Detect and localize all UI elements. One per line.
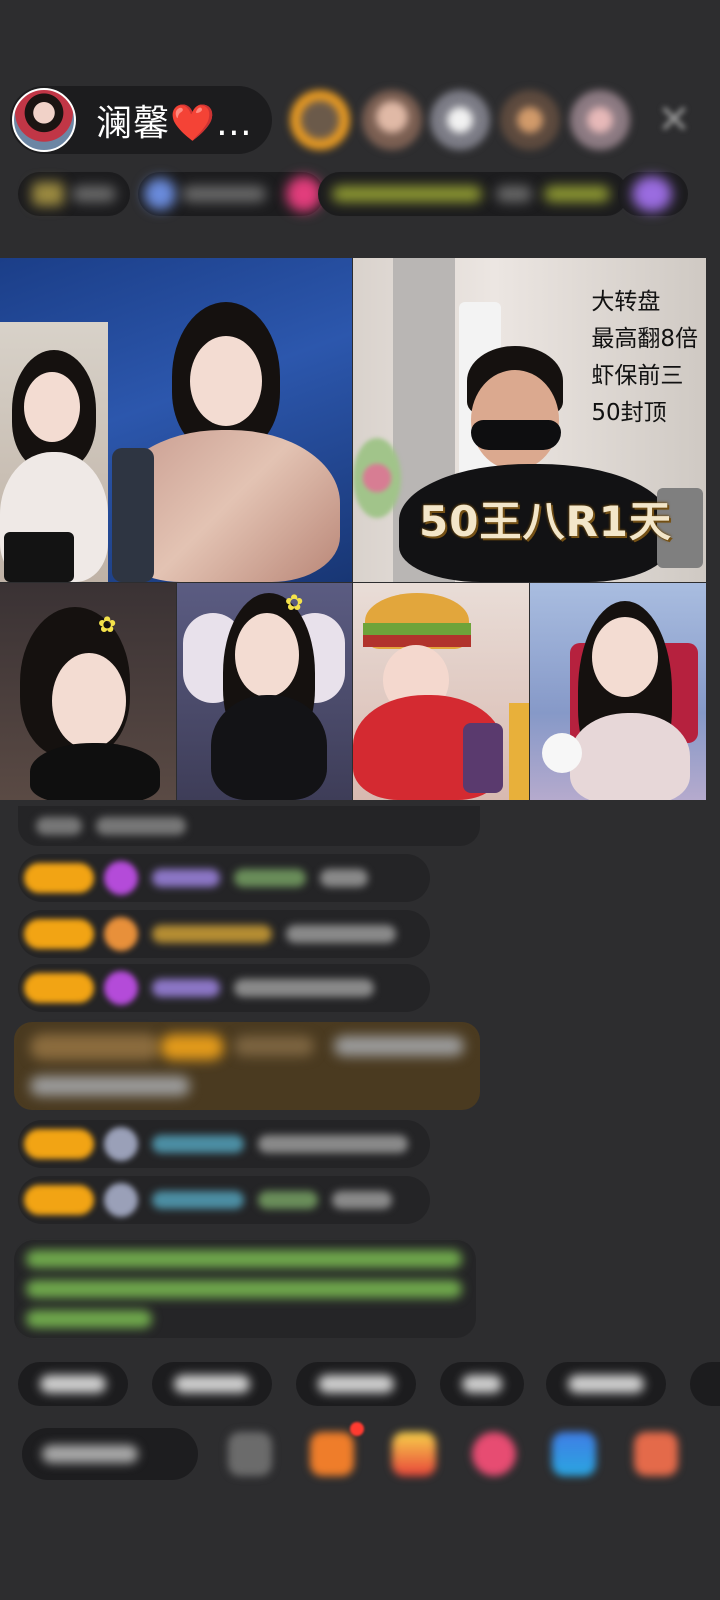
share-icon[interactable] — [552, 1432, 596, 1476]
video-grid: 大转盘 最高翻8倍 虾保前三 50封顶 50王八R1天 ✿ ✿ — [0, 258, 706, 800]
video-tile-small-3[interactable] — [353, 583, 529, 800]
big-tile-overlay: 大转盘 最高翻8倍 虾保前三 50封顶 — [591, 284, 698, 432]
quick-chip-2[interactable] — [152, 1362, 272, 1406]
chat-input[interactable] — [22, 1428, 198, 1480]
user-avatar — [104, 1183, 138, 1217]
big-tile-caption: 50王八R1天 — [419, 497, 673, 546]
chat-message[interactable] — [18, 1120, 430, 1168]
quick-chip-6[interactable] — [690, 1362, 720, 1406]
host-info-pill[interactable]: 澜馨❤️… — [10, 86, 272, 154]
close-icon[interactable]: ✕ — [652, 98, 696, 142]
gift-icon[interactable] — [392, 1432, 436, 1476]
crown-icon — [104, 861, 138, 895]
flower-icon: ✿ — [285, 591, 304, 616]
chat-message[interactable] — [18, 806, 480, 846]
host-name-text: 澜馨 — [96, 103, 171, 144]
level-badge — [24, 1129, 94, 1159]
system-welcome-message — [14, 1240, 476, 1338]
fan-badge-icon — [104, 917, 138, 951]
heart-icon[interactable] — [472, 1432, 516, 1476]
video-tile-small-2[interactable]: ✿ — [177, 583, 352, 800]
heart-icon: ❤️ — [170, 103, 216, 144]
task-icon[interactable] — [310, 1432, 354, 1476]
level-badge — [24, 919, 94, 949]
info-bar — [18, 172, 688, 216]
video-tile-small-1[interactable]: ✿ — [0, 583, 176, 800]
quick-chip-1[interactable] — [18, 1362, 128, 1406]
level-badge — [24, 863, 94, 893]
chat-message-highlight[interactable] — [14, 1022, 480, 1110]
chat-message[interactable] — [18, 854, 430, 902]
video-tile-big[interactable]: 大转盘 最高翻8倍 虾保前三 50封顶 50王八R1天 — [353, 258, 706, 582]
chat-message[interactable] — [18, 910, 430, 958]
notification-dot — [350, 1422, 364, 1436]
overlay-line-3: 虾保前三 — [591, 363, 684, 389]
user-avatar — [104, 1127, 138, 1161]
video-tile-main[interactable] — [0, 258, 352, 582]
level-badge — [24, 973, 94, 1003]
overlay-line-1: 大转盘 — [591, 289, 661, 315]
viewer-avatar-2[interactable] — [362, 90, 422, 150]
viewer-avatar-5[interactable] — [570, 90, 630, 150]
purple-avatar-chip[interactable] — [618, 172, 688, 216]
host-avatar[interactable] — [12, 88, 76, 152]
viewer-avatar-3[interactable] — [430, 90, 490, 150]
more-icon[interactable] — [634, 1432, 678, 1476]
crown-icon — [104, 971, 138, 1005]
fans-chip[interactable] — [138, 172, 324, 216]
chat-message[interactable] — [18, 1176, 430, 1224]
video-tile-small-4[interactable] — [530, 583, 706, 800]
quick-chip-4[interactable] — [440, 1362, 524, 1406]
viewer-avatar-4[interactable] — [500, 90, 560, 150]
quick-chip-3[interactable] — [296, 1362, 416, 1406]
chat-message[interactable] — [18, 964, 430, 1012]
viewer-avatar-1[interactable] — [290, 90, 350, 150]
activity-chip[interactable] — [318, 172, 628, 216]
host-name-ellipsis: … — [215, 103, 253, 144]
emoji-icon[interactable] — [228, 1432, 272, 1476]
host-name: 澜馨❤️… — [96, 94, 253, 146]
rank-chip[interactable] — [18, 172, 130, 216]
sub-video-tile[interactable] — [0, 322, 108, 582]
flower-icon: ✿ — [98, 613, 117, 638]
overlay-line-4: 50封顶 — [591, 400, 667, 426]
overlay-line-2: 最高翻8倍 — [591, 326, 698, 352]
quick-chip-5[interactable] — [546, 1362, 666, 1406]
level-badge — [24, 1185, 94, 1215]
